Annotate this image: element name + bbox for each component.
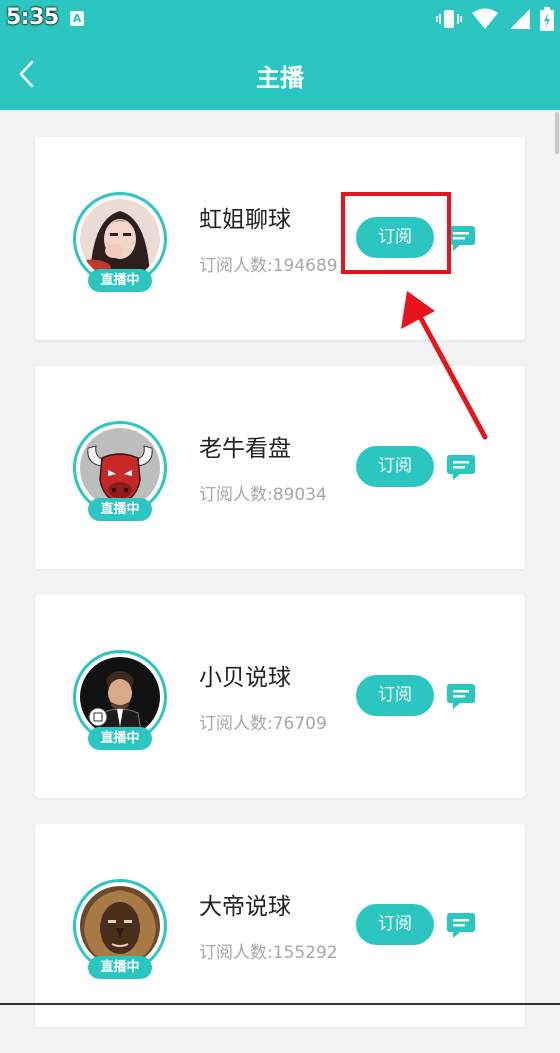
live-badge: 直播中: [88, 269, 152, 292]
anchor-name: 小贝说球: [199, 665, 291, 691]
woman-portrait-avatar: [80, 199, 160, 279]
avatar[interactable]: 直播中: [73, 421, 167, 521]
message-icon[interactable]: [446, 681, 476, 711]
scrollbar-thumb[interactable]: [555, 112, 559, 154]
bull-head-avatar: [80, 428, 160, 508]
live-badge: 直播中: [88, 727, 152, 750]
live-badge: 直播中: [88, 956, 152, 979]
subscribe-button[interactable]: 订阅: [356, 446, 434, 487]
subscriber-count: 订阅人数:155292: [199, 943, 338, 963]
anchor-card[interactable]: 直播中 大帝说球 订阅人数:155292 订阅: [35, 824, 525, 1027]
wifi-icon: [472, 8, 498, 29]
anchor-card[interactable]: 直播中 小贝说球 订阅人数:76709 订阅: [35, 595, 525, 798]
status-time: 5:35: [6, 5, 59, 30]
lion-face-avatar: [80, 886, 160, 966]
vibrate-icon: [436, 10, 462, 28]
top-nav-bar: 主播: [0, 40, 560, 110]
page-title: 主播: [256, 64, 304, 92]
red-arrow-annotation: [401, 291, 488, 440]
anchor-list: 直播中 虹姐聊球 订阅人数:194689 订阅 直播中 老牛看盘 订阅人数:89…: [35, 137, 525, 1053]
avatar[interactable]: 直播中: [73, 650, 167, 750]
status-bar: 5:35 A: [0, 0, 560, 40]
signal-icon: [510, 9, 530, 29]
subscribe-button[interactable]: 订阅: [356, 904, 434, 945]
subscriber-count: 订阅人数:89034: [199, 485, 327, 505]
caricature-avatar: [80, 657, 160, 737]
battery-icon: [540, 7, 554, 31]
anchor-name: 老牛看盘: [199, 436, 291, 462]
avatar[interactable]: 直播中: [73, 879, 167, 979]
avatar[interactable]: 直播中: [73, 192, 167, 292]
highlight-box-annotation: [341, 192, 451, 274]
message-icon[interactable]: [446, 452, 476, 482]
anchor-name: 大帝说球: [199, 894, 291, 920]
message-icon[interactable]: [446, 910, 476, 940]
status-icons: [436, 7, 554, 31]
live-badge: 直播中: [88, 498, 152, 521]
subscriber-count: 订阅人数:76709: [199, 714, 327, 734]
notification-app-icon: A: [70, 11, 84, 26]
subscribe-button[interactable]: 订阅: [356, 675, 434, 716]
anchor-name: 虹姐聊球: [199, 207, 291, 233]
subscriber-count: 订阅人数:194689: [199, 256, 338, 276]
